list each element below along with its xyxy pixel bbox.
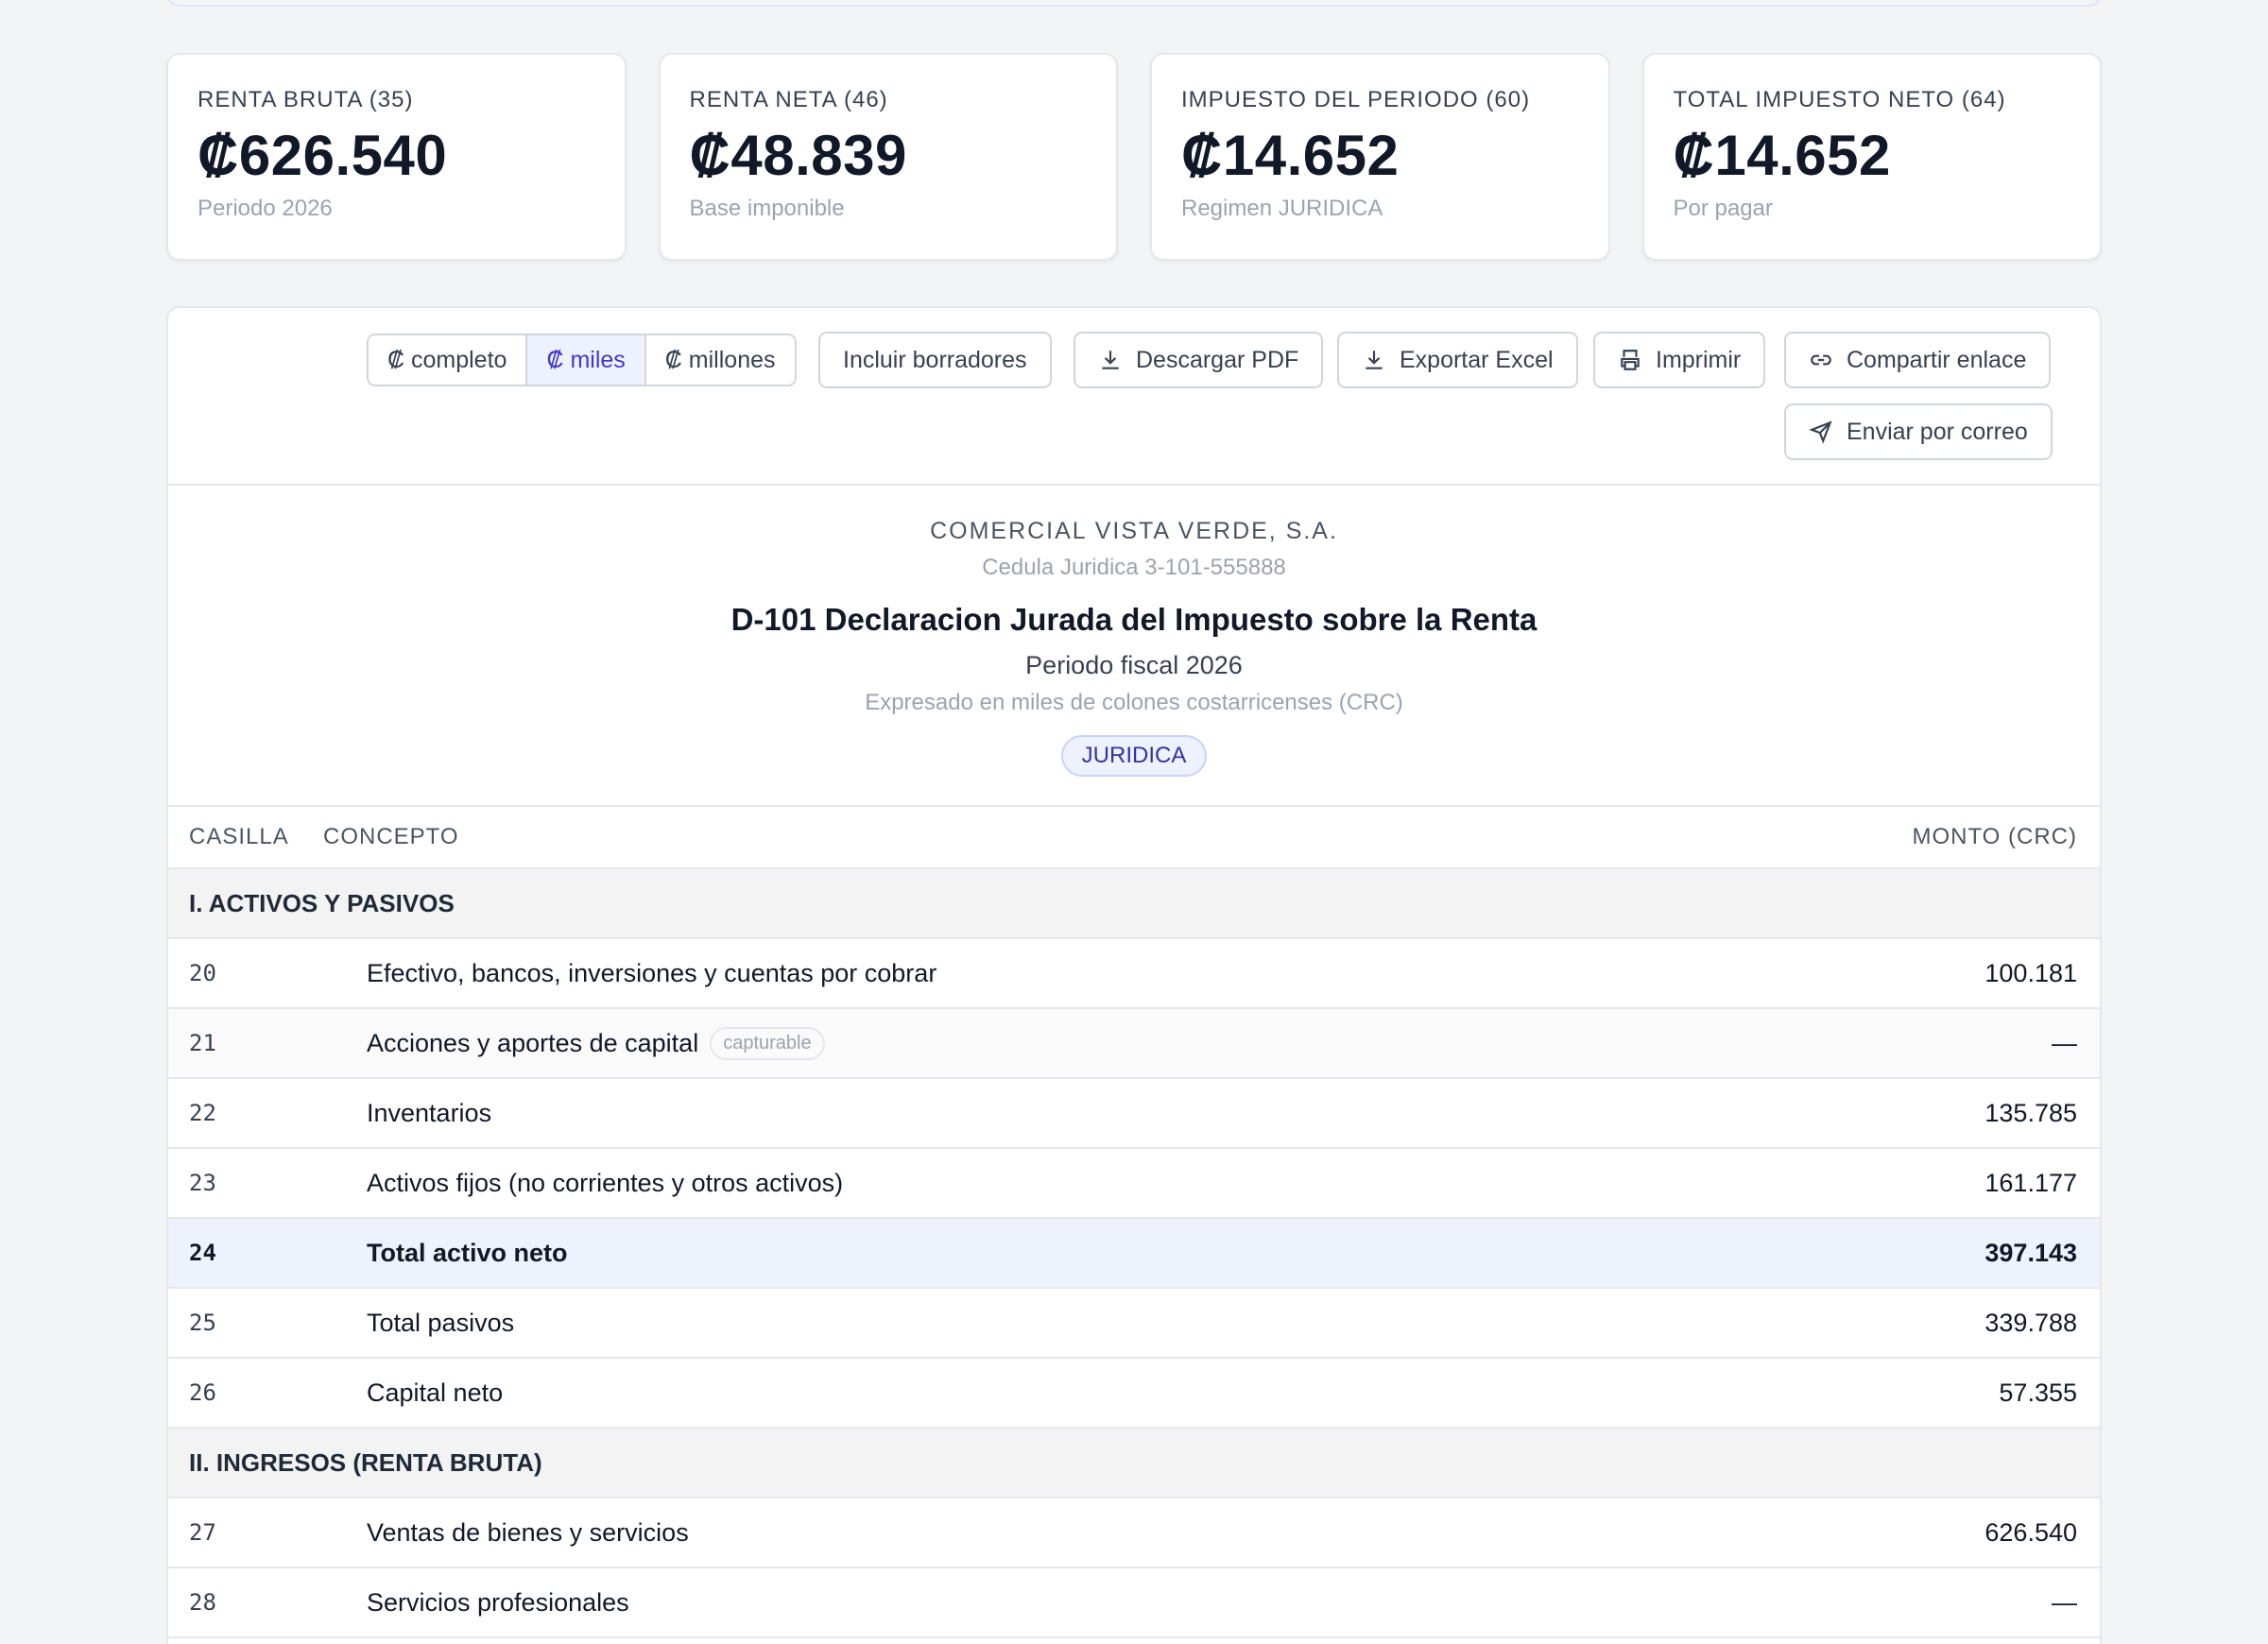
section-header: II. INGRESOS (RENTA BRUTA) [168, 1429, 2100, 1498]
send-icon [1809, 420, 1832, 444]
download-icon [1102, 351, 1119, 369]
kpi-subtitle: Regimen JURIDICA [1181, 196, 1383, 221]
currency-note: Expresado en miles de colones costarrice… [865, 690, 1403, 715]
kpi-label: TOTAL IMPUESTO NETO (64) [1673, 87, 2006, 112]
company-id: Cedula Juridica 3-101-555888 [982, 555, 1286, 580]
kpi-card-renta-neta: RENTA NETA (46) ₡48.839 Base imponible [658, 53, 1118, 261]
table-row: 21 Acciones y aportes de capital captura… [168, 1009, 2100, 1079]
amount-value: 397.143 [1984, 1238, 2077, 1267]
company-name: COMERCIAL VISTA VERDE, S.A. [930, 518, 1338, 544]
amount-value: 626.540 [1984, 1517, 2077, 1547]
scale-completo-button[interactable]: ₡ completo [369, 335, 528, 385]
concept-label: Total activo neto [367, 1238, 568, 1267]
report-panel: ₡ completo ₡ miles ₡ millones Incluir bo… [166, 306, 2102, 1644]
concept-label: Activos fijos (no corrientes y otros act… [367, 1168, 844, 1197]
amount-value: 57.355 [1999, 1378, 2077, 1407]
casilla-number: 25 [189, 1310, 216, 1336]
kpi-value: ₡14.652 [1673, 124, 1891, 187]
amount-value: — [2052, 1587, 2077, 1617]
table-row: 23 Activos fijos (no corrientes y otros … [168, 1149, 2100, 1219]
send-email-button[interactable]: Enviar por correo [1784, 403, 2053, 460]
column-header-concepto: CONCEPTO [323, 824, 459, 849]
concept-label: Ventas de bienes y servicios [367, 1517, 689, 1547]
download-icon [1366, 351, 1383, 369]
concept-label: Inventarios [367, 1098, 492, 1127]
kpi-value: ₡626.540 [198, 124, 448, 187]
column-header-casilla: CASILLA [189, 824, 289, 849]
download-pdf-label: Descargar PDF [1136, 346, 1299, 373]
print-label: Imprimir [1656, 346, 1742, 373]
concept-label: Total pasivos [367, 1308, 515, 1337]
capturable-tag: capturable [710, 1026, 825, 1060]
table-header: CASILLA CONCEPTO MONTO (CRC) [168, 807, 2100, 869]
kpi-subtitle: Base imponible [689, 196, 845, 221]
kpi-value: ₡48.839 [689, 124, 907, 187]
report-toolbar: ₡ completo ₡ miles ₡ millones Incluir bo… [168, 308, 2100, 486]
table-body: I. ACTIVOS Y PASIVOS 20 Efectivo, bancos… [168, 869, 2100, 1638]
export-excel-button[interactable]: Exportar Excel [1337, 332, 1578, 388]
export-excel-label: Exportar Excel [1400, 346, 1554, 373]
concept-label: Servicios profesionales [367, 1587, 629, 1617]
table-row-total: 24 Total activo neto 397.143 [168, 1219, 2100, 1289]
share-link-button[interactable]: Compartir enlace [1784, 332, 2052, 388]
amount-value: 100.181 [1984, 958, 2077, 987]
kpi-label: RENTA BRUTA (35) [198, 87, 414, 112]
printer-icon [1621, 350, 1640, 370]
concept-label: Acciones y aportes de capital [367, 1028, 699, 1057]
kpi-card-impuesto-periodo: IMPUESTO DEL PERIODO (60) ₡14.652 Regime… [1150, 53, 1610, 261]
kpi-label: IMPUESTO DEL PERIODO (60) [1181, 87, 1531, 112]
kpi-subtitle: Periodo 2026 [198, 196, 333, 221]
fiscal-period: Periodo fiscal 2026 [1025, 651, 1243, 679]
amount-value: 339.788 [1984, 1308, 2077, 1337]
share-link-label: Compartir enlace [1847, 346, 2027, 373]
casilla-number: 22 [189, 1100, 216, 1126]
link-icon [1811, 354, 1831, 366]
casilla-number: 28 [189, 1589, 216, 1616]
concept-label: Capital neto [367, 1378, 504, 1407]
report-title: D-101 Declaracion Jurada del Impuesto so… [730, 602, 1538, 637]
kpi-card-renta-bruta: RENTA BRUTA (35) ₡626.540 Periodo 2026 [166, 53, 627, 261]
amount-value: 161.177 [1984, 1168, 2077, 1197]
casilla-number: 20 [189, 960, 216, 986]
concept-label: Efectivo, bancos, inversiones y cuentas … [367, 958, 937, 987]
kpi-cards: RENTA BRUTA (35) ₡626.540 Periodo 2026 R… [166, 53, 2102, 261]
kpi-value: ₡14.652 [1181, 124, 1400, 187]
section-header: I. ACTIVOS Y PASIVOS [168, 869, 2100, 939]
table-row: 22 Inventarios 135.785 [168, 1079, 2100, 1149]
download-pdf-button[interactable]: Descargar PDF [1074, 332, 1324, 388]
amount-value: 135.785 [1984, 1098, 2077, 1127]
kpi-card-total-impuesto-neto: TOTAL IMPUESTO NETO (64) ₡14.652 Por pag… [1641, 53, 2102, 261]
table-row: 20 Efectivo, bancos, inversiones y cuent… [168, 939, 2100, 1009]
scale-millones-button[interactable]: ₡ millones [645, 335, 795, 385]
scale-miles-button[interactable]: ₡ miles [527, 335, 646, 385]
include-drafts-label: Incluir borradores [843, 346, 1027, 373]
print-button[interactable]: Imprimir [1593, 332, 1766, 388]
top-banner-edge [166, 0, 2102, 7]
table-row: 27 Ventas de bienes y servicios 626.540 [168, 1498, 2100, 1568]
table-row: 28 Servicios profesionales — [168, 1568, 2100, 1638]
casilla-number: 24 [189, 1240, 216, 1266]
table-row: 25 Total pasivos 339.788 [168, 1289, 2100, 1359]
report-header: COMERCIAL VISTA VERDE, S.A. Cedula Jurid… [168, 486, 2100, 807]
column-header-monto: MONTO (CRC) [1912, 824, 2077, 849]
kpi-subtitle: Por pagar [1673, 196, 1773, 221]
casilla-number: 21 [189, 1030, 216, 1056]
amount-value: — [2052, 1028, 2077, 1057]
table-row: 26 Capital neto 57.355 [168, 1359, 2100, 1429]
kpi-label: RENTA NETA (46) [689, 87, 888, 112]
casilla-number: 23 [189, 1170, 216, 1196]
scale-toggle: ₡ completo ₡ miles ₡ millones [367, 334, 797, 386]
include-drafts-button[interactable]: Incluir borradores [818, 332, 1052, 388]
casilla-number: 27 [189, 1519, 216, 1546]
send-email-label: Enviar por correo [1847, 418, 2028, 445]
casilla-number: 26 [189, 1379, 216, 1406]
regime-badge: JURIDICA [1060, 735, 1208, 777]
